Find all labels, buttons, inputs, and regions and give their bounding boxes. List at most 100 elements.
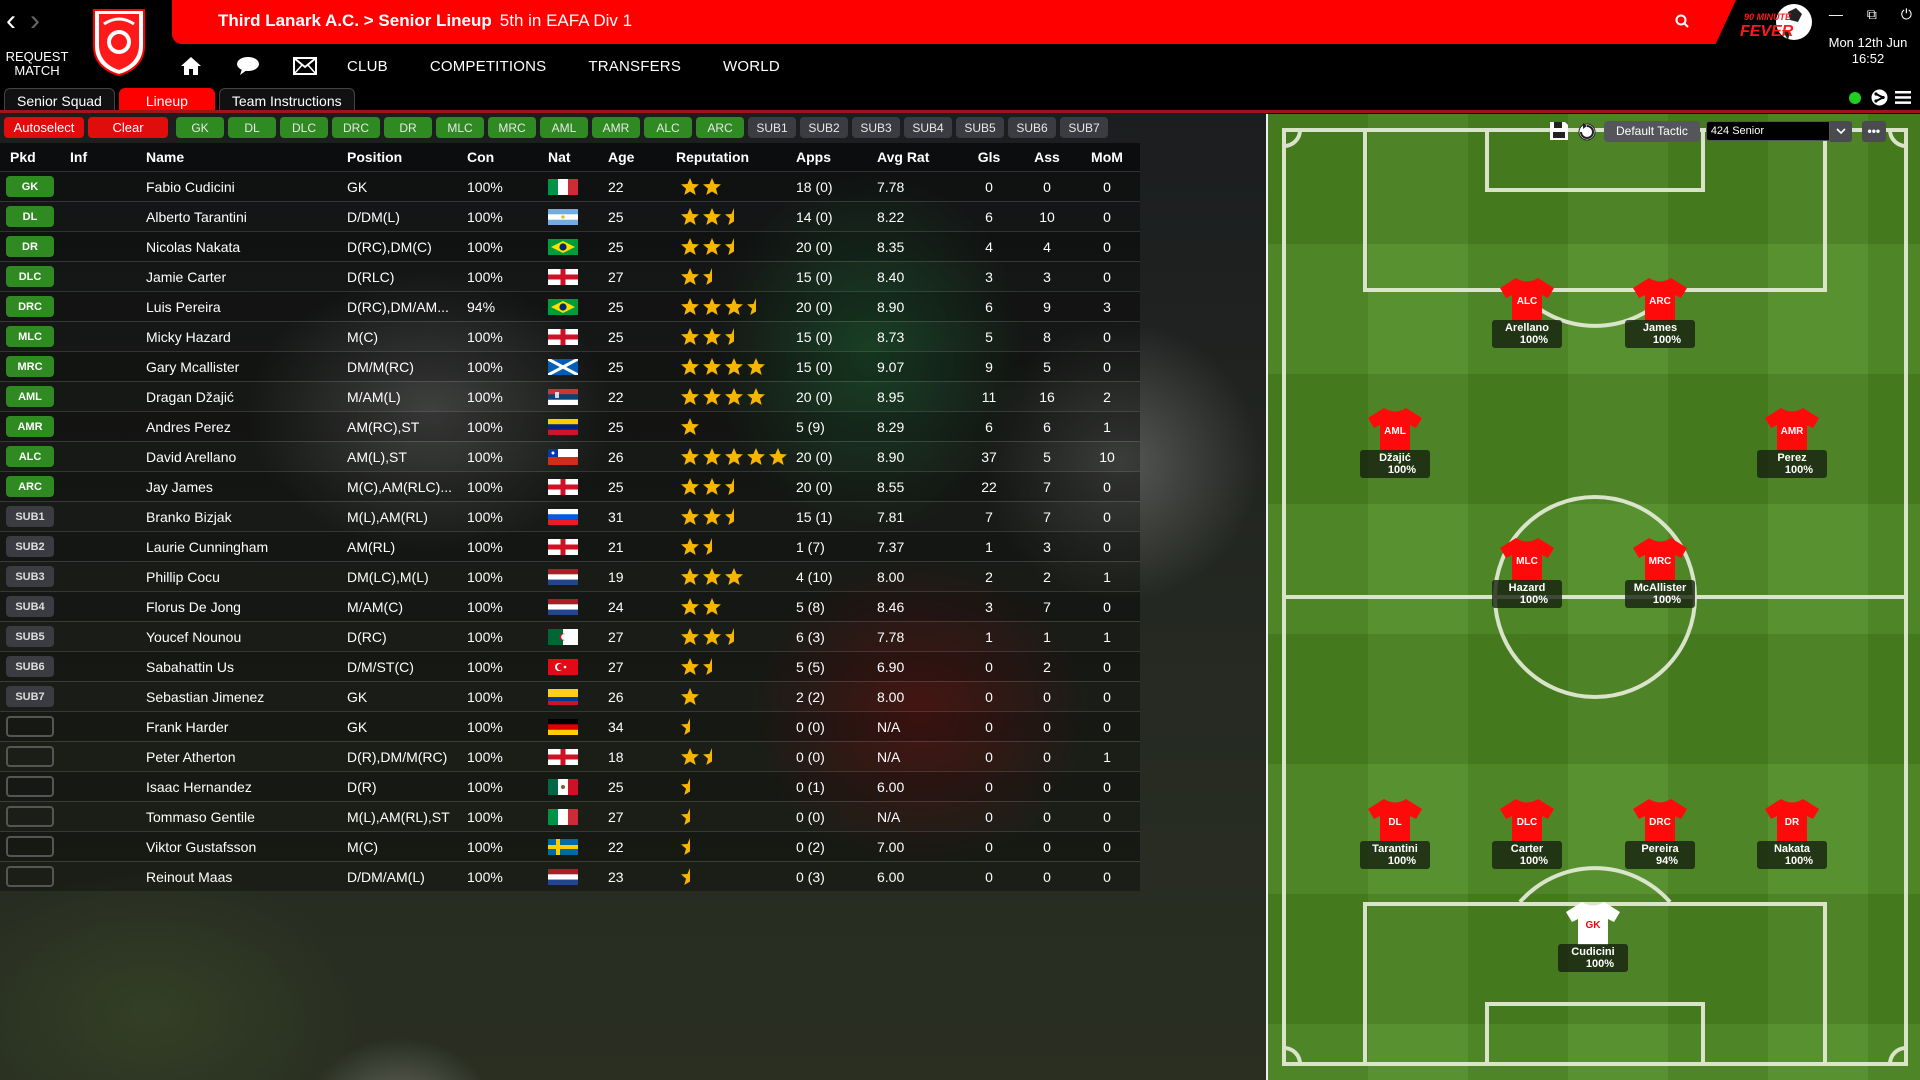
player-name[interactable]: Micky Hazard bbox=[146, 329, 347, 345]
player-name[interactable]: Florus De Jong bbox=[146, 599, 347, 615]
selection-slot-badge[interactable]: AMR bbox=[6, 416, 54, 437]
chat-icon[interactable] bbox=[233, 54, 263, 78]
col-mom[interactable]: MoM bbox=[1077, 149, 1137, 165]
slot-button-sub4[interactable]: SUB4 bbox=[904, 117, 952, 138]
table-row[interactable]: AMR Andres Perez AM(RC),ST 100% 25 5 (9)… bbox=[0, 411, 1140, 441]
club-crest-logo[interactable] bbox=[90, 8, 148, 76]
table-row[interactable]: Viktor Gustafsson M(C) 100% 22 0 (2) 7.0… bbox=[0, 831, 1140, 861]
selection-slot-badge[interactable]: ALC bbox=[6, 446, 54, 467]
table-row[interactable]: DLC Jamie Carter D(RLC) 100% 27 15 (0) 8… bbox=[0, 261, 1140, 291]
col-pkd[interactable]: Pkd bbox=[0, 149, 70, 165]
slot-button-sub2[interactable]: SUB2 bbox=[800, 117, 848, 138]
pitch-player-alc[interactable]: ALC Arellano 100% bbox=[1492, 276, 1562, 354]
selection-slot-badge[interactable] bbox=[6, 716, 54, 737]
table-row[interactable]: Reinout Maas D/DM/AM(L) 100% 23 0 (3) 6.… bbox=[0, 861, 1140, 891]
table-row[interactable]: SUB1 Branko Bizjak M(L),AM(RL) 100% 31 1… bbox=[0, 501, 1140, 531]
pitch-player-mrc[interactable]: MRC McAllister 100% bbox=[1625, 536, 1695, 614]
player-name[interactable]: Fabio Cudicini bbox=[146, 179, 347, 195]
selection-slot-badge[interactable] bbox=[6, 776, 54, 797]
forward-arrow-icon[interactable]: › bbox=[30, 6, 40, 36]
table-row[interactable]: DL Alberto Tarantini D/DM(L) 100% 25 14 … bbox=[0, 201, 1140, 231]
selection-slot-badge[interactable] bbox=[6, 806, 54, 827]
table-row[interactable]: Tommaso Gentile M(L),AM(RL),ST 100% 27 0… bbox=[0, 801, 1140, 831]
selection-slot-badge[interactable]: SUB3 bbox=[6, 566, 54, 587]
player-name[interactable]: Isaac Hernandez bbox=[146, 779, 347, 795]
back-arrow-icon[interactable]: ‹ bbox=[6, 6, 16, 36]
slot-button-sub7[interactable]: SUB7 bbox=[1060, 117, 1108, 138]
selection-slot-badge[interactable]: SUB7 bbox=[6, 686, 54, 707]
player-name[interactable]: Reinout Maas bbox=[146, 869, 347, 885]
tab-senior-squad[interactable]: Senior Squad bbox=[4, 88, 115, 111]
slot-button-mlc[interactable]: MLC bbox=[436, 117, 484, 138]
slot-button-sub1[interactable]: SUB1 bbox=[748, 117, 796, 138]
share-icon[interactable] bbox=[1871, 89, 1888, 106]
nav-competitions[interactable]: COMPETITIONS bbox=[430, 58, 547, 75]
nav-world[interactable]: WORLD bbox=[723, 58, 780, 75]
selection-slot-badge[interactable]: DRC bbox=[6, 296, 54, 317]
col-name[interactable]: Name bbox=[146, 149, 347, 165]
table-row[interactable]: AML Dragan Džajić M/AM(L) 100% 22 20 (0)… bbox=[0, 381, 1140, 411]
request-match-button[interactable]: REQUEST MATCH bbox=[4, 50, 70, 78]
power-icon[interactable]: ⏻ bbox=[1901, 6, 1912, 23]
chevron-down-icon[interactable] bbox=[1829, 120, 1852, 142]
player-name[interactable]: Andres Perez bbox=[146, 419, 347, 435]
slot-button-dl[interactable]: DL bbox=[228, 117, 276, 138]
tactic-dropdown[interactable]: 424 Senior bbox=[1705, 120, 1852, 142]
slot-button-dr[interactable]: DR bbox=[384, 117, 432, 138]
player-name[interactable]: Viktor Gustafsson bbox=[146, 839, 347, 855]
breadcrumb[interactable]: Third Lanark A.C. > Senior Lineup bbox=[218, 11, 492, 30]
table-row[interactable]: Frank Harder GK 100% 34 0 (0) N/A 0 0 0 bbox=[0, 711, 1140, 741]
pitch-player-mlc[interactable]: MLC Hazard 100% bbox=[1492, 536, 1562, 614]
selection-slot-badge[interactable]: SUB1 bbox=[6, 506, 54, 527]
minimize-icon[interactable]: — bbox=[1829, 6, 1843, 23]
table-row[interactable]: DR Nicolas Nakata D(RC),DM(C) 100% 25 20… bbox=[0, 231, 1140, 261]
slot-button-aml[interactable]: AML bbox=[540, 117, 588, 138]
col-apps[interactable]: Apps bbox=[796, 149, 877, 165]
player-name[interactable]: Frank Harder bbox=[146, 719, 347, 735]
nav-club[interactable]: CLUB bbox=[347, 58, 388, 75]
table-row[interactable]: Isaac Hernandez D(R) 100% 25 0 (1) 6.00 … bbox=[0, 771, 1140, 801]
player-name[interactable]: Branko Bizjak bbox=[146, 509, 347, 525]
selection-slot-badge[interactable]: GK bbox=[6, 176, 54, 197]
slot-button-gk[interactable]: GK bbox=[176, 117, 224, 138]
pitch-player-dlc[interactable]: DLC Carter 100% bbox=[1492, 797, 1562, 875]
player-name[interactable]: Tommaso Gentile bbox=[146, 809, 347, 825]
selection-slot-badge[interactable] bbox=[6, 746, 54, 767]
table-row[interactable]: MLC Micky Hazard M(C) 100% 25 15 (0) 8.7… bbox=[0, 321, 1140, 351]
selection-slot-badge[interactable] bbox=[6, 866, 54, 887]
autoselect-button[interactable]: Autoselect bbox=[4, 117, 84, 138]
player-name[interactable]: Laurie Cunningham bbox=[146, 539, 347, 555]
home-icon[interactable] bbox=[176, 54, 206, 78]
slot-button-alc[interactable]: ALC bbox=[644, 117, 692, 138]
table-row[interactable]: ALC David Arellano AM(L),ST 100% 26 20 (… bbox=[0, 441, 1140, 471]
player-name[interactable]: Phillip Cocu bbox=[146, 569, 347, 585]
col-inf[interactable]: Inf bbox=[70, 149, 146, 165]
slot-button-sub3[interactable]: SUB3 bbox=[852, 117, 900, 138]
selection-slot-badge[interactable]: SUB6 bbox=[6, 656, 54, 677]
restore-icon[interactable]: ⧉ bbox=[1867, 6, 1877, 23]
table-row[interactable]: GK Fabio Cudicini GK 100% 22 18 (0) 7.78… bbox=[0, 171, 1140, 201]
default-tactic-button[interactable]: Default Tactic bbox=[1604, 120, 1700, 142]
selection-slot-badge[interactable]: SUB5 bbox=[6, 626, 54, 647]
selection-slot-badge[interactable] bbox=[6, 836, 54, 857]
col-position[interactable]: Position bbox=[347, 149, 467, 165]
reset-icon[interactable] bbox=[1576, 120, 1598, 142]
slot-button-dlc[interactable]: DLC bbox=[280, 117, 328, 138]
selection-slot-badge[interactable]: MRC bbox=[6, 356, 54, 377]
table-row[interactable]: SUB2 Laurie Cunningham AM(RL) 100% 21 1 … bbox=[0, 531, 1140, 561]
player-name[interactable]: Sebastian Jimenez bbox=[146, 689, 347, 705]
pitch-player-arc[interactable]: ARC James 100% bbox=[1625, 276, 1695, 354]
table-row[interactable]: DRC Luis Pereira D(RC),DM/AM... 94% 25 2… bbox=[0, 291, 1140, 321]
table-row[interactable]: MRC Gary Mcallister DM/M(RC) 100% 25 15 … bbox=[0, 351, 1140, 381]
pitch-player-aml[interactable]: AML Džajić 100% bbox=[1360, 406, 1430, 484]
table-row[interactable]: SUB3 Phillip Cocu DM(LC),M(L) 100% 19 4 … bbox=[0, 561, 1140, 591]
col-con[interactable]: Con bbox=[467, 149, 548, 165]
col-ass[interactable]: Ass bbox=[1017, 149, 1077, 165]
slot-button-amr[interactable]: AMR bbox=[592, 117, 640, 138]
more-options-button[interactable]: ••• bbox=[1861, 120, 1886, 142]
hamburger-menu-icon[interactable] bbox=[1895, 90, 1911, 105]
selection-slot-badge[interactable]: SUB2 bbox=[6, 536, 54, 557]
tab-team-instructions[interactable]: Team Instructions bbox=[218, 88, 355, 111]
table-row[interactable]: SUB7 Sebastian Jimenez GK 100% 26 2 (2) … bbox=[0, 681, 1140, 711]
slot-button-drc[interactable]: DRC bbox=[332, 117, 380, 138]
